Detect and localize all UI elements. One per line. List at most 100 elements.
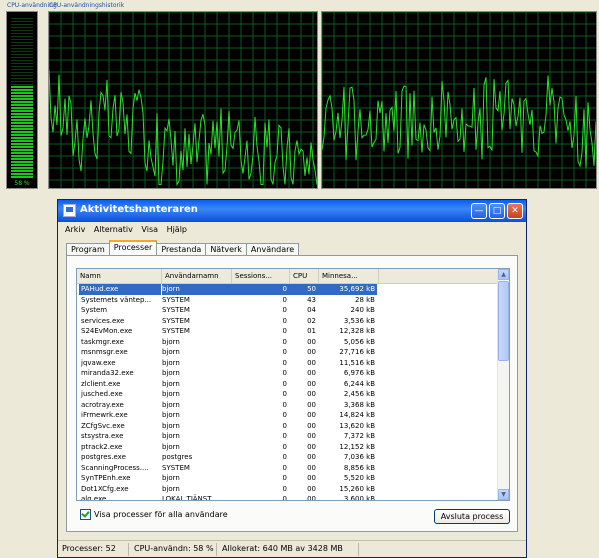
menu-alternativ[interactable]: Alternativ [91,223,136,237]
cell-memory: 7,036 kB [343,453,375,461]
status-commit: Allokerat: 640 MB av 3428 MB [222,544,343,553]
tab-natverk[interactable]: Nätverk [205,243,247,255]
cell-cpu: 00 [307,484,316,493]
table-row[interactable]: ptrack2.exe bjorn 0 00 12,152 kB [77,442,499,453]
task-manager-window[interactable]: Aktivitetshanteraren — □ ✕ Arkiv Alterna… [57,199,527,558]
title-bar[interactable]: Aktivitetshanteraren — □ ✕ [58,200,526,222]
tab-strip: Program Processer Prestanda Nätverk Användar… [66,240,300,255]
cpu-history-graph-core-2 [321,11,597,189]
cell-name: msnmsgr.exe [81,348,128,356]
cell-session: 0 [282,327,287,335]
cell-name: System [81,306,108,314]
cell-username: bjorn [162,379,180,388]
scroll-thumb[interactable] [498,281,509,361]
table-row[interactable]: Systemets väntep... SYSTEM 0 43 28 kB [77,295,499,306]
cell-cpu: 00 [307,421,316,430]
column-header-session[interactable]: Sessions... [232,269,290,283]
table-row[interactable]: jqvaw.exe bjorn 0 00 11,516 kB [77,358,499,369]
arrow-up-icon: ▲ [501,271,506,278]
cell-cpu: 00 [307,453,316,461]
cell-memory: 11,516 kB [339,358,375,367]
cell-name: acrotray.exe [81,400,124,409]
cell-cpu: 02 [307,316,316,325]
column-header-username[interactable]: Användarnamn [162,269,232,283]
cell-memory: 3,368 kB [343,400,375,409]
cell-session: 0 [282,463,287,472]
cell-name: ZCfgSvc.exe [81,421,125,430]
cell-name: postgres.exe [81,453,126,461]
maximize-button[interactable]: □ [489,203,505,219]
table-row[interactable]: Dot1XCfg.exe bjorn 0 00 15,260 kB [77,484,499,495]
tab-processer[interactable]: Processer [108,240,158,255]
table-row[interactable]: acrotray.exe bjorn 0 00 3,368 kB [77,400,499,411]
table-row[interactable]: postgres.exe postgres 0 00 7,036 kB [77,452,499,463]
cell-memory: 15,260 kB [339,484,375,493]
cell-session: 0 [282,421,287,430]
cell-session: 0 [282,411,287,419]
table-row[interactable]: System SYSTEM 0 04 240 kB [77,305,499,316]
cell-name: jqvaw.exe [81,358,116,367]
table-row[interactable]: ScanningProcess.... SYSTEM 0 00 8,856 kB [77,463,499,474]
scroll-up-button[interactable]: ▲ [498,269,509,280]
minimize-button[interactable]: — [471,203,487,219]
cell-name: Systemets väntep... [81,295,152,304]
cell-name: services.exe [81,316,125,325]
table-row[interactable]: stsystra.exe bjorn 0 00 7,372 kB [77,431,499,442]
cell-session: 0 [282,295,287,304]
close-button[interactable]: ✕ [507,203,523,219]
table-row[interactable]: services.exe SYSTEM 0 02 3,536 kB [77,316,499,327]
cell-name: PAHud.exe [79,284,161,295]
cell-memory: 28 kB [355,295,375,304]
table-row[interactable]: miranda32.exe bjorn 0 00 6,976 kB [77,368,499,379]
column-header-name[interactable]: Namn [77,269,162,283]
show-all-processes-checkbox[interactable]: Visa processer för alla användare [80,509,228,520]
column-header-cpu[interactable]: CPU [290,269,319,283]
table-row[interactable]: iFrmewrk.exe bjorn 0 00 14,824 kB [77,410,499,421]
cell-cpu: 00 [307,411,316,419]
cell-memory: 35,692 kB [319,284,377,295]
status-divider [358,543,359,556]
cell-username: SYSTEM [162,463,190,472]
tab-anvandare[interactable]: Användare [245,243,300,255]
vertical-scrollbar[interactable]: ▲ ▼ [497,269,509,500]
table-row[interactable]: ZCfgSvc.exe bjorn 0 00 13,620 kB [77,421,499,432]
menu-visa[interactable]: Visa [138,223,161,237]
end-process-button[interactable]: Avsluta process [434,509,510,524]
cell-username: SYSTEM [162,295,190,304]
tab-program[interactable]: Program [66,243,110,255]
table-row[interactable]: taskmgr.exe bjorn 0 00 5,056 kB [77,337,499,348]
table-row[interactable]: jusched.exe bjorn 0 00 2,456 kB [77,389,499,400]
cell-session: 0 [282,358,287,367]
cell-name: ptrack2.exe [81,442,123,451]
status-processes: Processer: 52 [62,544,116,553]
cell-memory: 240 kB [350,306,375,314]
column-header-memory[interactable]: Minnesa... [319,269,379,283]
tab-prestanda[interactable]: Prestanda [156,243,207,255]
table-row[interactable]: alg.exe LOKAL TJÄNST 0 00 3,600 kB [77,494,499,500]
cell-session: 0 [282,348,287,356]
cell-memory: 8,856 kB [343,463,375,472]
table-row[interactable]: S24EvMon.exe SYSTEM 0 01 12,328 kB [77,326,499,337]
status-bar: Processer: 52 CPU-användn: 58 % Allokera… [58,540,526,558]
menu-arkiv[interactable]: Arkiv [62,223,88,237]
cell-username: bjorn [162,369,180,377]
cell-name: zlclient.exe [81,379,121,388]
table-row[interactable]: PAHud.exe bjorn 0 50 35,692 kB [77,284,499,295]
cell-session: 0 [282,337,287,346]
cell-session: 0 [282,316,287,325]
cell-session: 0 [282,306,287,314]
menu-hjalp[interactable]: Hjälp [164,223,190,237]
checkbox-checked-icon[interactable] [80,509,91,520]
table-row[interactable]: zlclient.exe bjorn 0 00 6,244 kB [77,379,499,390]
cell-session: 0 [232,284,290,295]
table-row[interactable]: SynTPEnh.exe bjorn 0 00 5,520 kB [77,473,499,484]
cell-username: bjorn [162,432,180,440]
table-row[interactable]: msnmsgr.exe bjorn 0 00 27,716 kB [77,347,499,358]
cell-name: stsystra.exe [81,432,124,440]
cell-cpu: 43 [307,295,316,304]
window-title: Aktivitetshanteraren [80,204,198,215]
process-list[interactable]: Namn Användarnamn Sessions... CPU Minnes… [76,268,510,501]
cell-name: miranda32.exe [81,369,134,377]
cell-username: bjorn [162,337,180,346]
scroll-down-button[interactable]: ▼ [498,489,509,500]
